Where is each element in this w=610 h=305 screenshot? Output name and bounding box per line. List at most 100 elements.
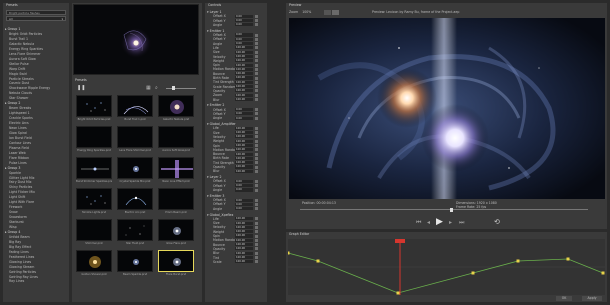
param-value-field[interactable]: 100.00: [235, 156, 253, 160]
param-value-field[interactable]: 0.00: [235, 42, 253, 46]
preset-list-item[interactable]: Swirling Particles: [3, 270, 69, 274]
keyframe-toggle[interactable]: [255, 67, 258, 71]
keyframe-toggle[interactable]: [255, 93, 258, 97]
keyframe-toggle[interactable]: [255, 76, 258, 80]
preset-list-item[interactable]: Flare Ribbon: [3, 156, 69, 160]
keyframe-toggle[interactable]: [255, 89, 258, 93]
param-value-field[interactable]: 0.00: [235, 112, 253, 116]
param-value-field[interactable]: 100.00: [235, 67, 253, 71]
preset-group[interactable]: ▸ Group 2: [3, 101, 69, 105]
pause-icon[interactable]: ❚❚: [77, 85, 85, 91]
keyframe-toggle[interactable]: [255, 184, 258, 188]
search-icon[interactable]: ⌕: [155, 85, 158, 91]
preset-list-item[interactable]: Glowing Stream: [3, 265, 69, 269]
preset-group[interactable]: ▸ Group 3: [3, 166, 69, 170]
preset-thumbnail[interactable]: [158, 126, 194, 148]
preset-group[interactable]: ▸ Group 1: [3, 27, 69, 31]
preset-thumbnail[interactable]: [117, 95, 153, 117]
param-value-field[interactable]: 100.00: [235, 225, 253, 229]
preset-list-item[interactable]: Big Ray Effect: [3, 245, 69, 249]
param-value-field[interactable]: 100.00: [235, 63, 253, 67]
keyframe-toggle[interactable]: [255, 251, 258, 255]
keyframe-toggle[interactable]: [255, 161, 258, 165]
param-value-field[interactable]: 0.00: [235, 198, 253, 202]
loop-icon[interactable]: ⟲: [494, 219, 500, 226]
preset-list-item[interactable]: Snow: [3, 210, 69, 214]
preset-list-item[interactable]: Contour Lines: [3, 141, 69, 145]
preset-list-item[interactable]: Pulse Lines: [3, 161, 69, 165]
preview-scrubber[interactable]: [300, 207, 588, 212]
param-value-field[interactable]: 0.00: [235, 33, 253, 37]
keyframe-toggle[interactable]: [255, 59, 258, 63]
keyframe-toggle[interactable]: [255, 72, 258, 76]
preset-list-item[interactable]: Sparkle: [3, 171, 69, 175]
presets-filter-dropdown[interactable]: All ▾: [6, 16, 66, 21]
controls-section-header[interactable]: ▾ Global_Xpeflex: [207, 213, 233, 217]
param-value-field[interactable]: 100.00: [235, 217, 253, 221]
param-value-field[interactable]: 100.00: [235, 89, 253, 93]
keyframe-toggle[interactable]: [255, 156, 258, 160]
keyframe-toggle[interactable]: [255, 42, 258, 46]
param-value-field[interactable]: 100.00: [235, 97, 253, 102]
keyframe-toggle[interactable]: [255, 260, 258, 264]
preset-list-item[interactable]: Glowing Lines: [3, 260, 69, 264]
param-value-field[interactable]: 100.00: [235, 72, 253, 76]
go-to-start-icon[interactable]: ⏮: [416, 220, 421, 226]
keyframe-toggle[interactable]: [255, 243, 258, 247]
keyframe-toggle[interactable]: [255, 221, 258, 225]
preset-list-item[interactable]: Stellar Pulse: [3, 62, 69, 66]
param-value-field[interactable]: 0.00: [235, 14, 253, 18]
preset-list-item[interactable]: Swirling Ray Lines: [3, 275, 69, 279]
param-value-field[interactable]: 100.00: [235, 255, 253, 260]
keyframe-toggle[interactable]: [255, 139, 258, 143]
preset-list-item[interactable]: Crackle Sparks: [3, 116, 69, 120]
graph-apply-button[interactable]: Apply: [582, 296, 602, 301]
keyframe-toggle[interactable]: [255, 46, 258, 50]
param-value-field[interactable]: 0.00: [235, 188, 253, 192]
param-value-field[interactable]: 100.00: [235, 126, 253, 130]
preset-list-item[interactable]: Ray Lines: [3, 279, 69, 283]
param-value-field[interactable]: 0.00: [235, 116, 253, 120]
thumbnail-size-slider[interactable]: [166, 86, 196, 90]
param-value-field[interactable]: 100.00: [235, 251, 253, 255]
keyframe-toggle[interactable]: [255, 112, 258, 116]
preset-thumbnail[interactable]: [76, 95, 112, 117]
keyframe-toggle[interactable]: [255, 207, 258, 211]
step-forward-icon[interactable]: ▸: [449, 220, 452, 226]
param-value-field[interactable]: 100.00: [235, 76, 253, 80]
keyframe-toggle[interactable]: [255, 169, 258, 173]
param-value-field[interactable]: 100.00: [235, 238, 253, 242]
view-toggle-1[interactable]: [324, 10, 331, 15]
preset-thumbnail[interactable]: [158, 95, 194, 117]
param-value-field[interactable]: 100.00: [235, 152, 253, 156]
param-value-field[interactable]: 0.00: [235, 179, 253, 183]
keyframe-toggle[interactable]: [255, 14, 258, 18]
keyframe-toggle[interactable]: [255, 256, 258, 259]
param-value-field[interactable]: 100.00: [235, 85, 253, 89]
param-value-field[interactable]: 100.00: [235, 230, 253, 234]
keyframe-toggle[interactable]: [255, 23, 258, 27]
preset-list-item[interactable]: Galactic Nebula: [3, 42, 69, 46]
keyframe-toggle[interactable]: [255, 217, 258, 221]
preset-list-item[interactable]: Shiny Particles: [3, 185, 69, 189]
preset-list-item[interactable]: Magic Swirl: [3, 72, 69, 76]
scrubber-handle[interactable]: [450, 207, 453, 212]
param-value-field[interactable]: 100.00: [235, 243, 253, 247]
preset-thumbnail[interactable]: [117, 157, 153, 179]
param-value-field[interactable]: 100.00: [235, 165, 253, 169]
preset-thumbnail[interactable]: [76, 219, 112, 241]
preset-list-item[interactable]: Cosmic Dust: [3, 81, 69, 85]
keyframe-toggle[interactable]: [255, 126, 258, 130]
preset-list-item[interactable]: Lightspeed 1: [3, 111, 69, 115]
param-value-field[interactable]: 100.00: [235, 169, 253, 173]
param-value-field[interactable]: 100.00: [235, 54, 253, 59]
preset-list-item[interactable]: Light With Flare: [3, 200, 69, 204]
param-value-field[interactable]: 100.00: [235, 143, 253, 148]
preset-list-item[interactable]: Light Flicker Mix: [3, 190, 69, 194]
keyframe-toggle[interactable]: [255, 50, 258, 54]
keyframe-toggle[interactable]: [255, 33, 258, 37]
keyframe-toggle[interactable]: [255, 230, 258, 234]
preset-thumbnail[interactable]: [76, 126, 112, 148]
slider-handle[interactable]: [172, 86, 175, 90]
controls-section-header[interactable]: ▾ Global_Amplifier: [207, 122, 236, 126]
